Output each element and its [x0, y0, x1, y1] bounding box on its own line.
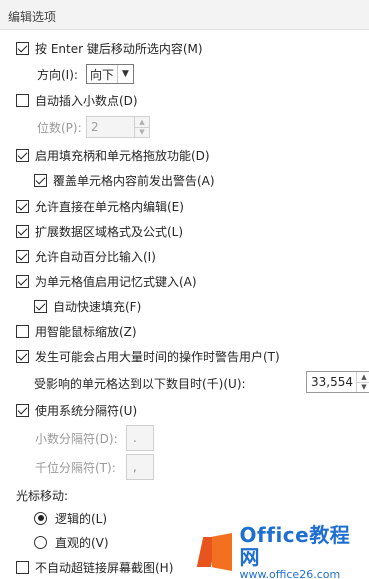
decimal-separator-row: 小数分隔符(D):: [35, 427, 118, 449]
spin-down-icon[interactable]: ▼: [135, 128, 149, 138]
auto-decimal-option[interactable]: 自动插入小数点(D): [16, 89, 138, 111]
flash-fill-checkbox[interactable]: [34, 299, 47, 313]
extend-formats-option[interactable]: 扩展数据区域格式及公式(L): [16, 220, 183, 242]
cursor-logical-option[interactable]: 逻辑的(L): [34, 507, 107, 529]
alert-overwrite-option[interactable]: 覆盖单元格内容前发出警告(A): [34, 169, 215, 191]
fill-handle-label: 启用填充柄和单元格拖放功能(D): [35, 148, 210, 163]
extend-formats-checkbox[interactable]: [16, 224, 29, 238]
section-header-editing-options: 编辑选项: [0, 0, 369, 30]
watermark-brand: Office教程网: [239, 522, 351, 569]
cursor-movement-label: 光标移动:: [16, 488, 69, 503]
cursor-visual-option[interactable]: 直观的(V): [34, 531, 109, 553]
direction-label: 方向(I):: [37, 67, 78, 82]
direction-row: 方向(I):: [37, 63, 78, 85]
decimal-separator-input[interactable]: .: [126, 425, 154, 451]
decimal-separator-label: 小数分隔符(D):: [35, 431, 118, 446]
edit-in-cell-option[interactable]: 允许直接在单元格内编辑(E): [16, 195, 184, 217]
auto-decimal-label: 自动插入小数点(D): [35, 93, 138, 108]
cursor-logical-radio[interactable]: [34, 511, 47, 525]
system-separators-label: 使用系统分隔符(U): [35, 403, 138, 418]
no-hyperlink-screenshot-label: 不自动超链接屏幕截图(H): [35, 560, 174, 575]
auto-percent-checkbox[interactable]: [16, 249, 29, 263]
move-after-enter-checkbox[interactable]: [16, 41, 29, 55]
auto-percent-option[interactable]: 允许自动百分比输入(I): [16, 245, 156, 267]
watermark-logo: Office教程网 www.office26.com: [196, 524, 369, 579]
cells-threshold-spinner[interactable]: 33,554 ▲ ▼: [306, 371, 369, 393]
alert-overwrite-checkbox[interactable]: [34, 173, 47, 187]
thousands-separator-input[interactable]: ,: [126, 454, 154, 480]
zoom-intellimouse-checkbox[interactable]: [16, 324, 29, 338]
alert-slow-option[interactable]: 发生可能会占用大量时间的操作时警告用户(T): [16, 345, 280, 367]
cells-threshold-value: 33,554: [311, 375, 353, 389]
fill-handle-checkbox[interactable]: [16, 148, 29, 162]
autocomplete-label: 为单元格值启用记忆式键入(A): [35, 274, 197, 289]
edit-in-cell-checkbox[interactable]: [16, 199, 29, 213]
spin-down-icon[interactable]: ▼: [357, 383, 369, 393]
alert-overwrite-label: 覆盖单元格内容前发出警告(A): [53, 173, 215, 188]
extend-formats-label: 扩展数据区域格式及公式(L): [35, 224, 184, 239]
places-row: 位数(P):: [37, 116, 82, 138]
direction-select[interactable]: 向下 ▼: [86, 64, 134, 84]
autocomplete-checkbox[interactable]: [16, 274, 29, 288]
cursor-visual-radio[interactable]: [34, 535, 47, 549]
system-separators-checkbox[interactable]: [16, 403, 29, 417]
cursor-movement-row: 光标移动:: [16, 484, 68, 506]
move-after-enter-option[interactable]: 按 Enter 键后移动所选内容(M): [16, 37, 203, 59]
zoom-intellimouse-label: 用智能鼠标缩放(Z): [35, 324, 137, 339]
office-logo-icon: [196, 533, 234, 571]
direction-select-value: 向下: [90, 67, 115, 82]
alert-slow-label: 发生可能会占用大量时间的操作时警告用户(T): [35, 349, 280, 364]
places-label: 位数(P):: [37, 120, 82, 135]
places-spinner[interactable]: 2 ▲ ▼: [86, 116, 150, 138]
move-after-enter-label: 按 Enter 键后移动所选内容(M): [35, 41, 203, 56]
thousands-separator-label: 千位分隔符(T):: [35, 460, 116, 475]
thousands-separator-row: 千位分隔符(T):: [35, 456, 116, 478]
cursor-logical-label: 逻辑的(L): [55, 511, 108, 526]
fill-handle-option[interactable]: 启用填充柄和单元格拖放功能(D): [16, 144, 210, 166]
flash-fill-option[interactable]: 自动快速填充(F): [34, 295, 141, 317]
zoom-intellimouse-option[interactable]: 用智能鼠标缩放(Z): [16, 320, 137, 342]
places-value: 2: [91, 120, 99, 134]
cells-threshold-row: 受影响的单元格达到以下数目时(千)(U):: [34, 372, 246, 394]
auto-decimal-checkbox[interactable]: [16, 93, 29, 107]
system-separators-option[interactable]: 使用系统分隔符(U): [16, 399, 137, 421]
no-hyperlink-screenshot-checkbox[interactable]: [16, 560, 29, 574]
auto-percent-label: 允许自动百分比输入(I): [35, 249, 156, 264]
spin-up-icon[interactable]: ▲: [135, 117, 149, 128]
autocomplete-option[interactable]: 为单元格值启用记忆式键入(A): [16, 270, 197, 292]
no-hyperlink-screenshot-option[interactable]: 不自动超链接屏幕截图(H): [16, 556, 173, 578]
alert-slow-checkbox[interactable]: [16, 349, 29, 363]
section-title: 编辑选项: [8, 10, 57, 24]
cursor-visual-label: 直观的(V): [55, 535, 109, 550]
watermark-url: www.office26.com: [239, 567, 341, 579]
edit-in-cell-label: 允许直接在单元格内编辑(E): [35, 199, 184, 214]
spin-up-icon[interactable]: ▲: [357, 372, 369, 383]
chevron-down-icon[interactable]: ▼: [117, 65, 133, 83]
cells-threshold-label: 受影响的单元格达到以下数目时(千)(U):: [34, 376, 246, 391]
flash-fill-label: 自动快速填充(F): [53, 299, 142, 314]
